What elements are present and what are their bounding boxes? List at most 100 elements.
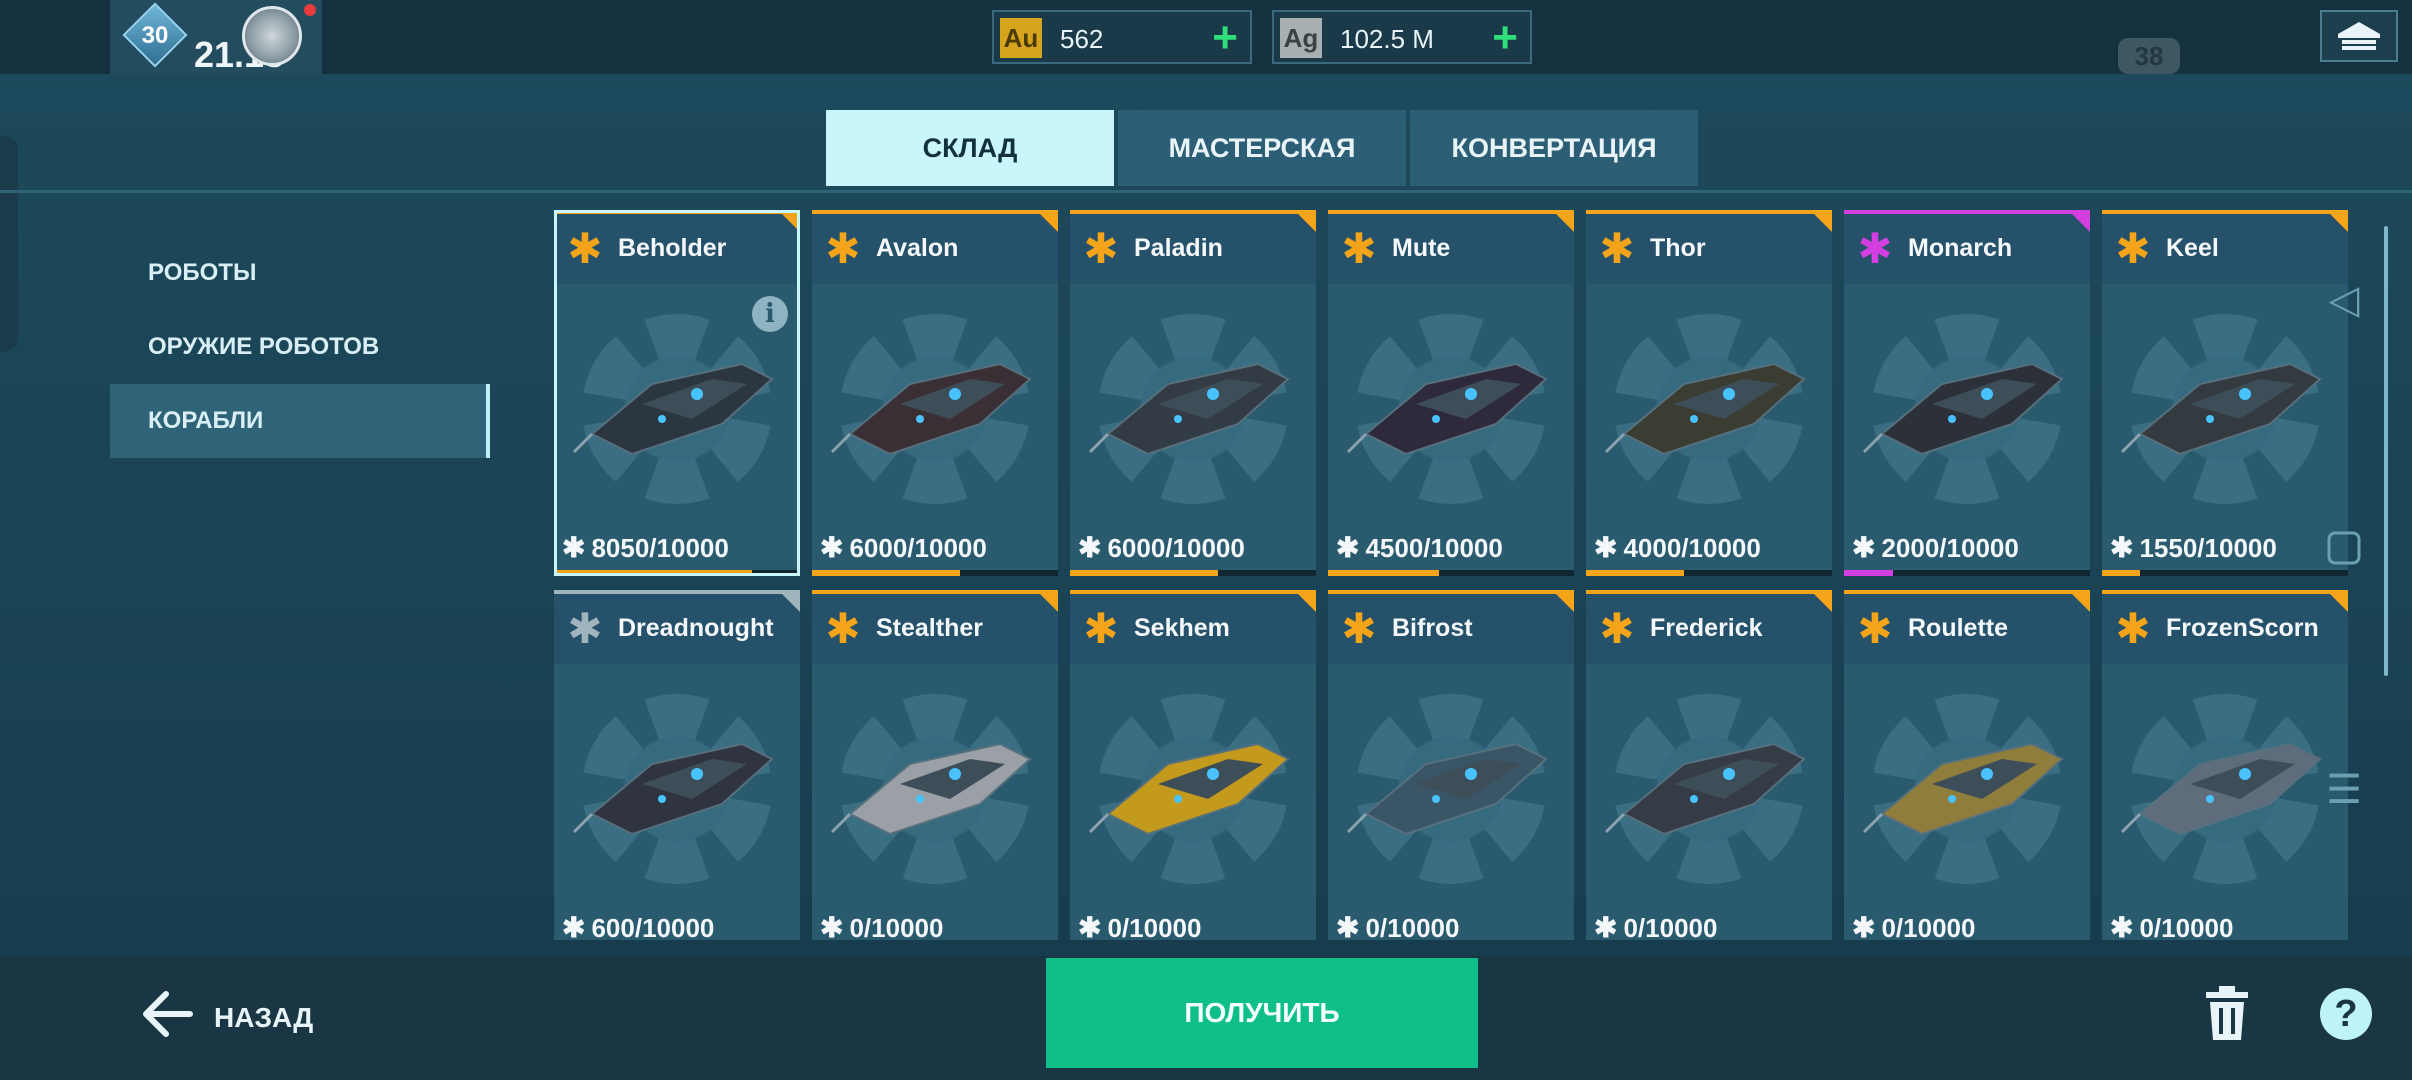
card-count: ✱ 6000/10000 [820,531,987,564]
silver-icon: Ag [1280,18,1322,58]
clan-emblem-icon[interactable] [242,6,302,66]
gear-icon: ✱ [1341,605,1377,652]
shard-count: 0/10000 [1107,913,1202,940]
sidebar-item-robot-weapons[interactable]: ОРУЖИЕ РОБОТОВ [110,310,490,384]
rarity-border [812,210,1058,214]
card-count: ✱ 4000/10000 [1594,531,1761,564]
progress-bar [1586,570,1832,576]
gear-icon: ✱ [1857,605,1893,652]
gear-icon: ✱ [820,912,844,940]
card-count: ✱ 0/10000 [1594,911,1717,940]
rarity-corner [1810,210,1832,232]
ship-card[interactable]: ✱ Bifrost ✱ 0/10000 [1328,590,1574,940]
ship-preview [1070,664,1316,914]
card-count: ✱ 0/10000 [2110,911,2233,940]
rarity-corner [1036,590,1058,612]
back-triangle-icon[interactable]: ◁ [2322,278,2366,322]
trash-icon[interactable] [2202,984,2252,1044]
menu-lines-icon[interactable]: ☰ [2322,768,2366,812]
rarity-corner [2326,590,2348,612]
ship-preview [812,664,1058,914]
tab-bar: СКЛАД МАСТЕРСКАЯ КОНВЕРТАЦИЯ [826,110,1698,186]
add-gold-button[interactable]: + [1212,16,1238,60]
rarity-corner [2068,210,2090,232]
ship-image [572,742,774,836]
gear-icon: ✱ [1599,605,1635,652]
ship-image [2120,742,2322,836]
card-count: ✱ 600/10000 [562,911,714,940]
ship-image [1346,742,1548,836]
card-count: ✱ 0/10000 [1078,911,1201,940]
ship-card[interactable]: ✱ Avalon ✱ 6000/10000 [812,210,1058,576]
player-profile[interactable]: 30 21.13 [110,0,322,75]
ship-card[interactable]: ✱ Thor ✱ 4000/10000 [1586,210,1832,576]
gear-icon: ✱ [1852,532,1876,563]
ship-card[interactable]: ✱ Monarch ✱ 2000/10000 [1844,210,2090,576]
back-button[interactable]: НАЗАД [140,990,313,1046]
progress-fill [812,570,960,576]
tab-workshop[interactable]: МАСТЕРСКАЯ [1118,110,1406,186]
card-count: ✱ 0/10000 [820,911,943,940]
add-silver-button[interactable]: + [1492,16,1518,60]
ship-card[interactable]: ✱ Dreadnought ✱ 600/10000 [554,590,800,940]
sidebar: РОБОТЫ ОРУЖИЕ РОБОТОВ КОРАБЛИ [110,236,490,458]
get-button[interactable]: ПОЛУЧИТЬ [1046,958,1478,1068]
ship-card[interactable]: ✱ Roulette ✱ 0/10000 [1844,590,2090,940]
progress-fill [1586,570,1685,576]
top-bar: 30 21.13 Au 562 + Ag 102.5 M + 38 [0,0,2412,75]
tab-divider [0,190,2412,193]
tab-conversion[interactable]: КОНВЕРТАЦИЯ [1410,110,1698,186]
ship-card[interactable]: ✱ Mute ✱ 4500/10000 [1328,210,1574,576]
gear-icon: ✱ [562,912,586,940]
sidebar-item-robots[interactable]: РОБОТЫ [110,236,490,310]
ship-preview [554,664,800,914]
ship-name: Frederick [1650,614,1763,642]
grid-scrollbar[interactable] [2384,226,2388,676]
tab-storage[interactable]: СКЛАД [826,110,1114,186]
ship-card[interactable]: ✱ Stealther ✱ 0/10000 [812,590,1058,940]
chat-badge[interactable]: 38 [2118,38,2180,74]
ship-name: Sekhem [1134,614,1230,642]
ship-card[interactable]: ✱ FrozenScorn ✱ 0/10000 [2102,590,2348,940]
progress-bar [554,570,800,576]
back-label: НАЗАД [214,1002,314,1033]
ship-card[interactable]: ✱ Sekhem ✱ 0/10000 [1070,590,1316,940]
ship-image [1862,742,2064,836]
arrow-left-icon [140,990,194,1047]
ship-preview [1328,664,1574,914]
card-count: ✱ 8050/10000 [562,531,729,564]
help-button[interactable]: ? [2320,988,2372,1040]
ship-name: FrozenScorn [2166,614,2319,642]
gear-icon: ✱ [1594,912,1618,940]
silver-currency: Ag 102.5 M + [1272,10,1532,64]
rarity-corner [1810,590,1832,612]
shard-count: 2000/10000 [1881,533,2019,563]
ship-preview [812,284,1058,534]
ship-name: Bifrost [1392,614,1473,642]
ship-name: Paladin [1134,234,1223,262]
shard-count: 6000/10000 [1107,533,1245,563]
ship-card[interactable]: ✱ Frederick ✱ 0/10000 [1586,590,1832,940]
hangar-icon[interactable] [2320,10,2398,62]
ship-card[interactable]: ✱ Keel ✱ 1550/10000 [2102,210,2348,576]
gear-icon: ✱ [1078,532,1102,563]
gear-icon: ✱ [820,532,844,563]
square-icon[interactable] [2322,526,2366,570]
gear-icon: ✱ [1078,912,1102,940]
shard-count: 0/10000 [1881,913,1976,940]
ship-card[interactable]: ✱ Paladin ✱ 6000/10000 [1070,210,1316,576]
gear-icon: ✱ [562,532,586,563]
rarity-corner [1294,590,1316,612]
gear-icon: ✱ [1594,532,1618,563]
info-icon[interactable]: i [752,296,788,332]
rarity-border [812,590,1058,594]
rarity-border [554,590,800,594]
ship-name: Beholder [618,234,727,262]
ship-card[interactable]: ✱ Beholder ✱ 8050/10000 i [554,210,800,576]
ship-name: Avalon [876,234,959,262]
card-count: ✱ 1550/10000 [2110,531,2277,564]
side-drawer-handle[interactable] [0,136,18,352]
rarity-border [1844,590,2090,594]
sidebar-item-ships[interactable]: КОРАБЛИ [110,384,490,458]
rarity-corner [1036,210,1058,232]
